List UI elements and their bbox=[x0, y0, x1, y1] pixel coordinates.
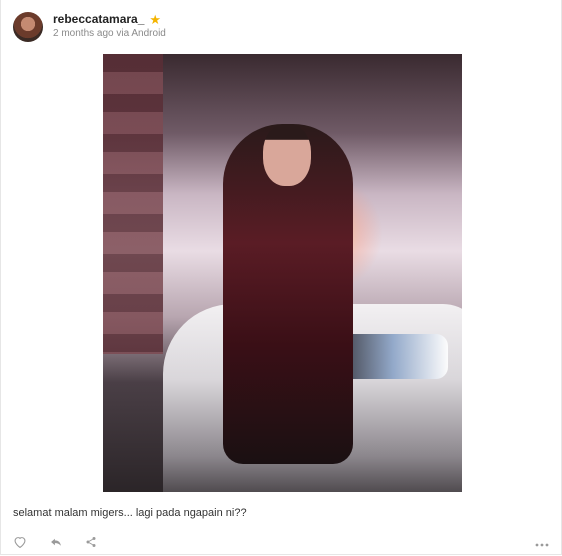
post-card: rebeccatamara_ ★ 2 months ago via Androi… bbox=[0, 0, 562, 555]
reply-icon[interactable] bbox=[49, 536, 63, 548]
star-icon: ★ bbox=[149, 11, 162, 27]
post-meta: 2 months ago via Android bbox=[53, 28, 166, 39]
photo-headlight bbox=[338, 334, 448, 379]
photo-background-building bbox=[103, 54, 163, 354]
post-image[interactable] bbox=[103, 54, 462, 492]
share-icon[interactable] bbox=[85, 536, 97, 548]
photo-face bbox=[263, 124, 311, 186]
username[interactable]: rebeccatamara_ bbox=[53, 12, 144, 26]
more-icon[interactable] bbox=[535, 535, 549, 553]
post-header: rebeccatamara_ ★ bbox=[53, 12, 161, 26]
heart-icon[interactable] bbox=[13, 536, 27, 548]
user-avatar[interactable] bbox=[13, 12, 43, 42]
post-caption: selamat malam migers... lagi pada ngapai… bbox=[13, 507, 247, 519]
post-actions bbox=[13, 536, 97, 548]
